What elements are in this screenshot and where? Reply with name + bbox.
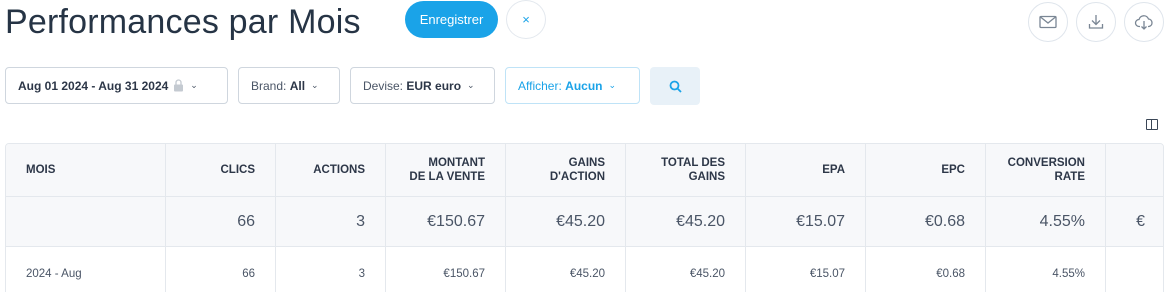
- chevron-down-icon: ⌄: [608, 80, 617, 90]
- save-button[interactable]: Enregistrer: [405, 1, 498, 38]
- email-button[interactable]: [1028, 2, 1068, 42]
- download-icon: [1088, 15, 1104, 29]
- page-title: Performances par Mois: [5, 3, 361, 41]
- total-cell: 66: [166, 197, 276, 246]
- header-cell[interactable]: ACTIONS: [276, 144, 386, 196]
- chevron-down-icon: ⌄: [311, 80, 319, 90]
- columns-toggle-icon[interactable]: [1146, 119, 1158, 130]
- data-cell: 4.55%: [986, 247, 1106, 292]
- total-cell: [6, 197, 166, 246]
- brand-filter[interactable]: Brand: All ⌄: [238, 67, 340, 104]
- show-value: Aucun: [565, 78, 603, 93]
- data-cell: €15.07: [746, 247, 866, 292]
- header-cell[interactable]: EPC: [866, 144, 986, 196]
- header-cell[interactable]: GAINS D'ACTION: [506, 144, 626, 196]
- data-cell: €45.20: [506, 247, 626, 292]
- download-button[interactable]: [1076, 2, 1116, 42]
- header-cell[interactable]: EPA: [746, 144, 866, 196]
- total-cell: €150.67: [386, 197, 506, 246]
- header-cell[interactable]: CONVERSION RATE: [986, 144, 1106, 196]
- table-row: 2024 - Aug 66 3 €150.67 €45.20 €45.20 €15.07 €0…: [6, 246, 1163, 292]
- cloud-download-button[interactable]: [1124, 2, 1164, 42]
- total-cell: 3: [276, 197, 386, 246]
- header-cell[interactable]: MOIS: [6, 144, 166, 196]
- data-cell: 66: [166, 247, 276, 292]
- data-cell: 2024 - Aug: [6, 247, 166, 292]
- total-cell: €45.20: [506, 197, 626, 246]
- currency-filter[interactable]: Devise: EUR euro ⌄: [350, 67, 495, 104]
- header-cell[interactable]: MONTANT DE LA VENTE: [386, 144, 506, 196]
- chevron-down-icon: ⌄: [467, 80, 475, 90]
- total-cell: €45.20: [626, 197, 746, 246]
- total-cell: €0.68: [866, 197, 986, 246]
- data-cell: 3: [276, 247, 386, 292]
- data-cell: €45.20: [626, 247, 746, 292]
- brand-label: Brand:: [251, 78, 287, 93]
- currency-value: EUR euro: [406, 78, 462, 93]
- data-cell: [1106, 247, 1163, 292]
- show-label: Afficher:: [518, 78, 562, 93]
- header-cell[interactable]: TOTAL DES GAINS: [626, 144, 746, 196]
- show-filter[interactable]: Afficher: Aucun ⌄: [505, 67, 640, 104]
- date-range-value: Aug 01 2024 - Aug 31 2024: [18, 78, 169, 93]
- date-range-filter[interactable]: Aug 01 2024 - Aug 31 2024 ⌄: [5, 67, 228, 104]
- mail-icon: [1039, 15, 1057, 29]
- header-cell[interactable]: CLICS: [166, 144, 276, 196]
- data-cell: €150.67: [386, 247, 506, 292]
- header-cell[interactable]: [1106, 144, 1163, 196]
- table-header-row: MOIS CLICS ACTIONS MONTANT DE LA VENTE GAINS D…: [6, 144, 1163, 196]
- table-totals-row: 66 3 €150.67 €45.20 €45.20 €15.07 €0.68 4.55% €: [6, 196, 1163, 246]
- chevron-down-icon: ⌄: [190, 80, 198, 90]
- close-icon: ×: [522, 12, 530, 27]
- brand-value: All: [289, 78, 306, 93]
- lock-icon: [174, 79, 184, 92]
- currency-label: Devise:: [363, 78, 404, 93]
- search-icon: [669, 80, 682, 93]
- search-button[interactable]: [650, 67, 700, 105]
- performance-table: MOIS CLICS ACTIONS MONTANT DE LA VENTE GAINS D…: [5, 143, 1164, 292]
- cloud-download-icon: [1134, 15, 1153, 30]
- total-cell: 4.55%: [986, 197, 1106, 246]
- total-cell: €: [1106, 197, 1163, 246]
- total-cell: €15.07: [746, 197, 866, 246]
- data-cell: €0.68: [866, 247, 986, 292]
- close-button[interactable]: ×: [506, 0, 546, 39]
